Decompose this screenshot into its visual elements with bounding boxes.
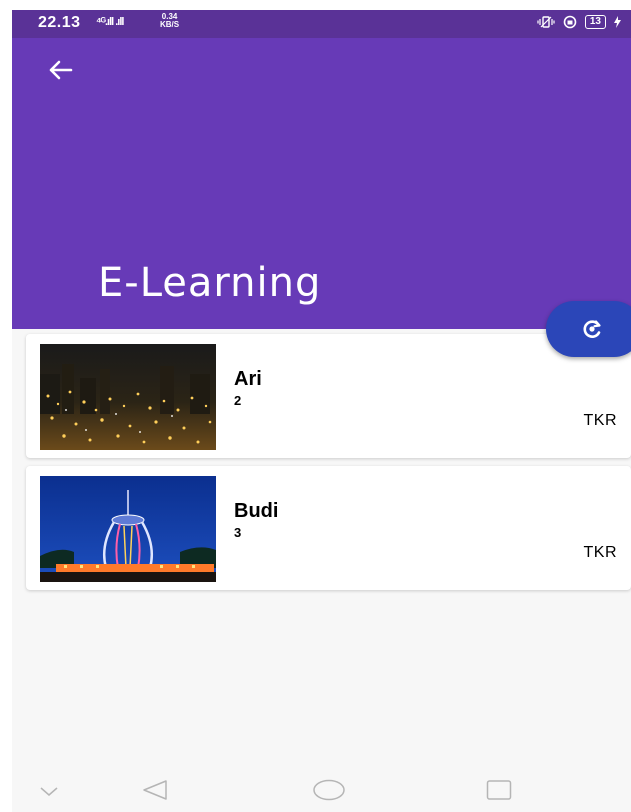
navigation-bar xyxy=(12,765,631,812)
item-name: Budi xyxy=(234,500,279,522)
chevron-down-icon[interactable] xyxy=(40,787,58,797)
item-department: TKR xyxy=(583,544,617,561)
student-list: Ari 2 TKR Budi 3 TKR xyxy=(26,334,631,598)
signal-indicator: ⁴ᴳ.ıll .ıll xyxy=(96,16,124,28)
refresh-button[interactable] xyxy=(546,301,631,357)
charging-icon xyxy=(614,16,621,28)
app-bar: E-Learning xyxy=(12,38,631,329)
network-speed-unit: KB/S xyxy=(160,20,180,29)
item-number: 2 xyxy=(234,393,242,408)
home-circle-icon[interactable] xyxy=(312,779,346,801)
monument-night-photo xyxy=(40,476,216,582)
list-item[interactable]: Ari 2 TKR xyxy=(26,334,631,458)
battery-level: 13 xyxy=(584,15,606,29)
list-item[interactable]: Budi 3 TKR xyxy=(26,466,631,590)
item-department: TKR xyxy=(583,412,617,429)
status-icons: 13 xyxy=(537,15,621,29)
phone-screen: 22.13 ⁴ᴳ.ıll .ıll 0.34 KB/S 13 E-Learnin… xyxy=(12,10,631,812)
item-name: Ari xyxy=(234,368,262,390)
arrow-left-icon[interactable] xyxy=(46,56,74,84)
network-speed: 0.34 KB/S xyxy=(160,13,179,29)
vibrate-icon xyxy=(537,16,555,28)
city-night-photo xyxy=(40,344,216,450)
item-number: 3 xyxy=(234,525,242,540)
page-title: E-Learning xyxy=(98,260,322,306)
status-time: 22.13 xyxy=(38,14,81,31)
data-saver-icon xyxy=(563,15,577,29)
refresh-icon xyxy=(583,320,601,338)
recents-square-icon[interactable] xyxy=(486,779,512,801)
back-triangle-icon[interactable] xyxy=(142,779,168,801)
status-bar: 22.13 ⁴ᴳ.ıll .ıll 0.34 KB/S 13 xyxy=(12,10,631,38)
